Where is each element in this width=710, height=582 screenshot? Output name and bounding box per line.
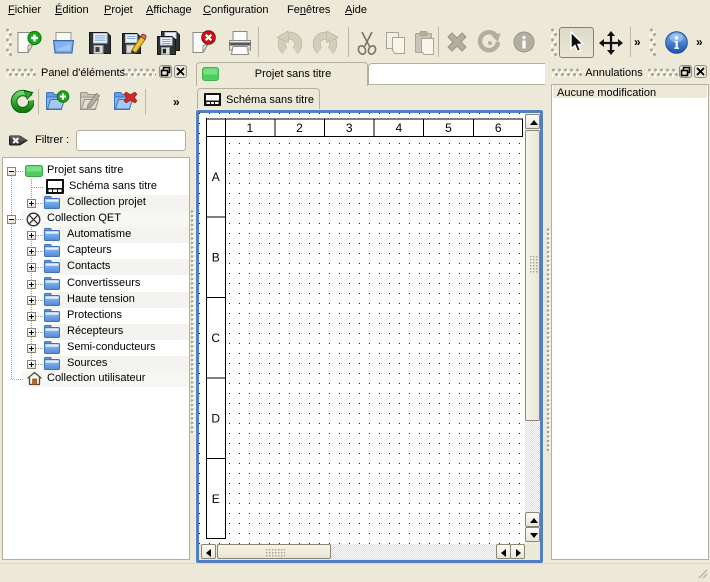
svg-text:A: A [212, 170, 220, 184]
svg-text:C: C [211, 331, 220, 345]
svg-text:1: 1 [246, 121, 253, 135]
svg-text:E: E [212, 492, 220, 506]
svg-text:6: 6 [495, 121, 502, 135]
svg-text:5: 5 [445, 121, 452, 135]
svg-text:B: B [212, 251, 220, 265]
svg-text:D: D [211, 412, 220, 426]
svg-text:2: 2 [296, 121, 303, 135]
svg-text:3: 3 [346, 121, 353, 135]
svg-text:4: 4 [395, 121, 402, 135]
